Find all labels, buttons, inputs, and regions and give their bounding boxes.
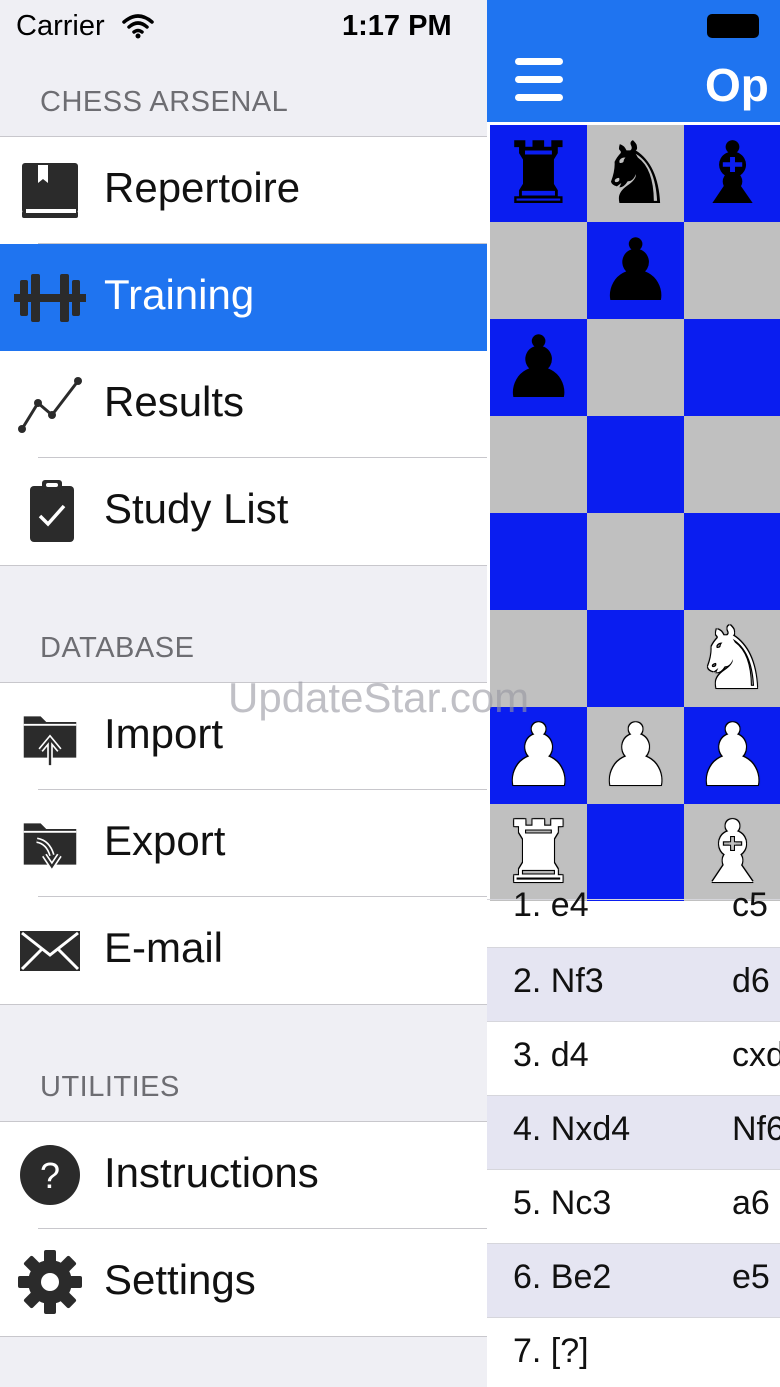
status-carrier: Carrier — [16, 10, 105, 42]
folder-export-icon — [23, 823, 77, 872]
menu-item-export[interactable]: Export — [0, 790, 487, 897]
square-a8[interactable]: ♜ — [490, 125, 587, 222]
black-move: Nf6 — [732, 1110, 780, 1148]
square-c6[interactable] — [684, 319, 780, 416]
svg-text:?: ? — [40, 1155, 60, 1196]
square-b8[interactable]: ♞ — [587, 125, 684, 222]
white-move: 5. Nc3 — [513, 1184, 612, 1222]
chess-piece[interactable]: ♟ — [490, 319, 587, 416]
line-graph-icon — [18, 377, 82, 433]
chess-piece[interactable]: ♞ — [587, 125, 684, 222]
square-c8[interactable]: ♝ — [684, 125, 780, 222]
square-a5[interactable] — [490, 416, 587, 513]
section-header-database: DATABASE — [40, 632, 195, 664]
menu-item-email[interactable]: E-mail — [0, 897, 487, 1004]
chess-piece[interactable]: ♟ — [587, 222, 684, 319]
side-menu: Carrier 1:17 PM CHESS ARSENAL Repertoire — [0, 0, 487, 1387]
black-move: a6 — [732, 1184, 770, 1222]
chess-piece[interactable]: ♟ — [490, 707, 587, 804]
move-list: 1. e4 c5 2. Nf3 d6 3. d4 cxd4 4. Nxd4 Nf6 5. Nc3… — [487, 886, 780, 1387]
square-a2[interactable]: ♟ — [490, 707, 587, 804]
black-move: d6 — [732, 962, 770, 1000]
square-a4[interactable] — [490, 513, 587, 610]
section-header-utilities: UTILITIES — [40, 1071, 180, 1103]
envelope-icon — [20, 931, 80, 971]
menu-item-label: Repertoire — [104, 164, 301, 211]
square-c4[interactable] — [684, 513, 780, 610]
square-b5[interactable] — [587, 416, 684, 513]
battery-icon — [707, 14, 759, 38]
black-move: cxd4 — [732, 1036, 780, 1074]
menu-item-training[interactable]: Training — [0, 244, 487, 351]
square-b1[interactable] — [587, 804, 684, 901]
black-move: e5 — [732, 1258, 770, 1296]
question-circle-icon: ? — [20, 1145, 80, 1205]
menu-item-study-list[interactable]: Study List — [0, 458, 487, 565]
wifi-icon — [122, 14, 154, 39]
book-icon — [22, 163, 78, 218]
status-time: 1:17 PM — [342, 10, 452, 42]
square-c3[interactable]: ♞ — [684, 610, 780, 707]
white-move: 7. [?] — [513, 1332, 589, 1370]
move-row[interactable]: 5. Nc3 a6 — [487, 1169, 780, 1243]
chess-piece[interactable]: ♝ — [684, 125, 780, 222]
menu-item-label: Study List — [104, 485, 289, 532]
white-move: 2. Nf3 — [513, 962, 604, 1000]
menu-item-settings[interactable]: Settings — [0, 1229, 487, 1336]
menu-item-label: Instructions — [104, 1149, 319, 1196]
chess-board[interactable]: ♜ ♞ ♝ ♟ ♟ ♞ ♟ ♟ ♟ ♜ ♝ — [490, 125, 780, 901]
move-row[interactable]: 6. Be2 e5 — [487, 1243, 780, 1317]
chess-piece[interactable]: ♞ — [684, 610, 780, 707]
dumbbell-icon — [14, 274, 86, 322]
menu-item-instructions[interactable]: ? Instructions — [0, 1122, 487, 1229]
white-move: 6. Be2 — [513, 1258, 612, 1296]
chess-piece[interactable]: ♜ — [490, 125, 587, 222]
white-move: 1. e4 — [513, 886, 589, 924]
black-move: c5 — [732, 886, 768, 924]
square-a7[interactable] — [490, 222, 587, 319]
move-row[interactable]: 1. e4 c5 — [487, 886, 780, 947]
move-row[interactable]: 3. d4 cxd4 — [487, 1021, 780, 1095]
white-move: 4. Nxd4 — [513, 1110, 631, 1148]
menu-item-label: Import — [104, 710, 224, 757]
white-move: 3. d4 — [513, 1036, 589, 1074]
navigation-bar: Op — [487, 0, 780, 122]
clipboard-check-icon — [30, 480, 74, 542]
menu-item-results[interactable]: Results — [0, 351, 487, 458]
gear-icon — [18, 1250, 82, 1314]
square-a6[interactable]: ♟ — [490, 319, 587, 416]
board-screen: Op ♜♞♝♟♟♞♟♟♟♜♝ 1. e4c52. Nf3d63. d4cxd44… — [487, 0, 780, 1387]
menu-item-label: Results — [104, 378, 245, 425]
folder-import-icon — [23, 716, 77, 766]
menu-item-label: E-mail — [104, 924, 224, 971]
menu-group-database: Import Export E-mail — [0, 682, 487, 1005]
screen-title: Op — [705, 59, 769, 111]
menu-item-import[interactable]: Import — [0, 683, 487, 790]
menu-item-label: Training — [104, 271, 255, 318]
move-row[interactable]: 4. Nxd4 Nf6 — [487, 1095, 780, 1169]
square-c2[interactable]: ♟ — [684, 707, 780, 804]
square-b6[interactable] — [587, 319, 684, 416]
square-b4[interactable] — [587, 513, 684, 610]
square-b2[interactable]: ♟ — [587, 707, 684, 804]
square-a3[interactable] — [490, 610, 587, 707]
menu-item-repertoire[interactable]: Repertoire — [0, 137, 487, 244]
square-c5[interactable] — [684, 416, 780, 513]
section-header-chess-arsenal: CHESS ARSENAL — [40, 86, 289, 118]
menu-item-label: Export — [104, 817, 226, 864]
chess-piece[interactable]: ♟ — [684, 707, 780, 804]
menu-group-chess-arsenal: Repertoire Training Results Study List — [0, 136, 487, 566]
square-b3[interactable] — [587, 610, 684, 707]
menu-group-utilities: ? Instructions Settings — [0, 1121, 487, 1337]
menu-icon[interactable] — [515, 58, 563, 102]
square-b7[interactable]: ♟ — [587, 222, 684, 319]
square-c7[interactable] — [684, 222, 780, 319]
move-row[interactable]: 7. [?] — [487, 1317, 780, 1387]
menu-item-label: Settings — [104, 1256, 256, 1303]
chess-piece[interactable]: ♟ — [587, 707, 684, 804]
move-row[interactable]: 2. Nf3 d6 — [487, 947, 780, 1021]
